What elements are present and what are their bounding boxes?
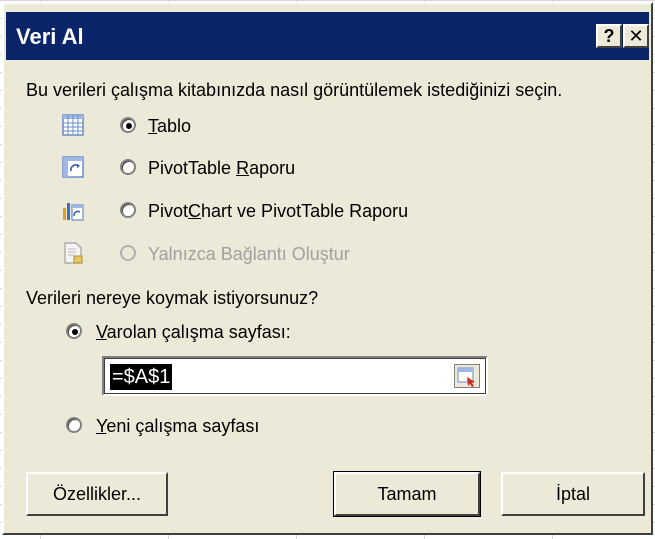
option-new-sheet[interactable]: Yeni çalışma sayfası	[66, 414, 306, 442]
table-label: Tablo	[148, 116, 192, 136]
ok-button[interactable]: Tamam	[333, 471, 481, 517]
pivottable-radio[interactable]	[120, 159, 136, 175]
existing-sheet-radio[interactable]	[66, 323, 82, 339]
pivotchart-icon	[63, 203, 84, 221]
pivottable-icon	[62, 156, 84, 178]
title-bar: Veri Al ? ✕	[6, 12, 649, 60]
pivottable-label: PivotTable Raporu	[148, 158, 296, 178]
connection-only-label: Yalnızca Bağlantı Oluştur	[148, 244, 350, 264]
option-table[interactable]: Tablo	[62, 114, 222, 142]
option-existing-sheet[interactable]: Varolan çalışma sayfası:	[66, 320, 356, 348]
properties-button[interactable]: Özellikler...	[26, 472, 168, 516]
connection-only-radio	[120, 245, 136, 261]
collapse-dialog-button[interactable]	[454, 364, 480, 388]
option-pivottable[interactable]: PivotTable Raporu	[62, 156, 342, 184]
option-pivotchart[interactable]: PivotChart ve PivotTable Raporu	[62, 199, 482, 227]
table-radio[interactable]	[120, 117, 136, 133]
range-input[interactable]: =$A$1	[102, 356, 488, 396]
option-connection-only: Yalnızca Bağlantı Oluştur	[62, 242, 402, 270]
import-data-dialog: Veri Al ? ✕ Bu verileri çalışma kitabını…	[2, 2, 653, 535]
range-input-value: =$A$1	[110, 364, 173, 390]
new-sheet-radio[interactable]	[66, 417, 82, 433]
cancel-button[interactable]: İptal	[501, 472, 645, 516]
view-prompt: Bu verileri çalışma kitabınızda nasıl gö…	[26, 80, 563, 100]
help-button[interactable]: ?	[596, 24, 622, 48]
table-icon	[62, 114, 84, 136]
pivotchart-label: PivotChart ve PivotTable Raporu	[148, 201, 409, 221]
new-sheet-label: Yeni çalışma sayfası	[96, 416, 260, 436]
close-button[interactable]: ✕	[623, 24, 649, 48]
connection-icon	[64, 242, 83, 264]
existing-sheet-label: Varolan çalışma sayfası:	[96, 322, 291, 342]
range-select-icon	[457, 367, 475, 387]
location-prompt: Verileri nereye koymak istiyorsunuz?	[26, 288, 319, 308]
dialog-title: Veri Al	[16, 24, 84, 49]
pivotchart-radio[interactable]	[120, 202, 136, 218]
